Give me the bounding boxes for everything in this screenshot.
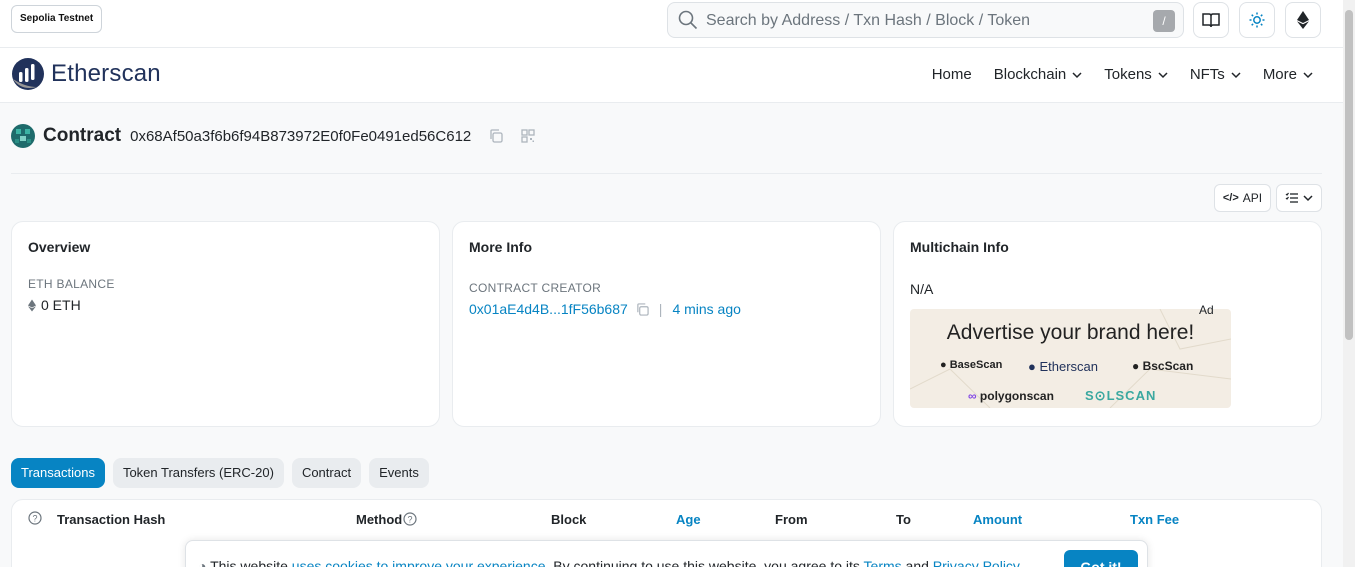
chevron-down-icon: [1231, 71, 1241, 78]
cookie-text: This website: [210, 558, 292, 567]
contract-address: 0x68Af50a3f6b6f94B873972E0f0Fe0491ed56C6…: [130, 127, 472, 145]
nav-item-home[interactable]: Home: [932, 66, 972, 83]
ad-headline: Advertise your brand here!: [946, 321, 1195, 344]
cookie-message: ◔ This website uses cookies to improve y…: [198, 558, 1020, 567]
cookie-policy-link[interactable]: uses cookies to improve your experience: [292, 558, 546, 567]
etherscan-logo[interactable]: Etherscan: [11, 57, 161, 91]
top-bar: Sepolia Testnet Search by Address / Txn …: [0, 0, 1343, 48]
main-navbar: Etherscan Home Blockchain Tokens NFTs Mo…: [0, 48, 1343, 103]
accept-cookies-button[interactable]: Got it!: [1064, 550, 1138, 567]
copy-icon[interactable]: [636, 302, 649, 316]
network-badge[interactable]: Sepolia Testnet: [11, 5, 103, 33]
more-info-card: More Info CONTRACT CREATOR 0x01aE4d4B...…: [452, 221, 881, 427]
overview-card: Overview ETH BALANCE 0 ETH: [11, 221, 440, 427]
column-header: From: [775, 512, 808, 527]
column-header-sortable[interactable]: Age: [676, 512, 701, 527]
view-options-button[interactable]: [1276, 184, 1322, 212]
ad-brand-solscan: S⊙LSCAN: [1085, 388, 1157, 403]
ad-brand-basescan: ● BaseScan: [940, 359, 1003, 371]
ad-badge: Ad: [1199, 303, 1214, 317]
tab-bar: Transactions Token Transfers (ERC-20) Co…: [11, 458, 429, 488]
chevron-down-icon: [1303, 71, 1313, 78]
search-shortcut-key: /: [1153, 10, 1175, 32]
search-input[interactable]: Search by Address / Txn Hash / Block / T…: [667, 2, 1184, 38]
multichain-title: Multichain Info: [910, 239, 1009, 255]
cookie-text: and: [901, 558, 933, 567]
api-button[interactable]: </> API: [1214, 184, 1271, 212]
search-icon: [678, 10, 698, 30]
column-header: Method: [356, 512, 403, 527]
code-icon: </>: [1222, 192, 1239, 204]
list-check-icon: [1285, 192, 1298, 203]
docs-button[interactable]: [1193, 2, 1229, 38]
column-header: Transaction Hash: [57, 512, 166, 527]
privacy-policy-link[interactable]: Privacy Policy: [933, 558, 1020, 567]
column-header: To: [896, 512, 911, 527]
nav-item-label: More: [1262, 66, 1297, 83]
column-header: Block: [551, 512, 587, 527]
ethereum-icon: [1297, 11, 1309, 29]
cookie-text: . By continuing to use this website, you…: [545, 558, 864, 567]
eth-balance-label: ETH BALANCE: [28, 277, 115, 291]
more-info-title: More Info: [469, 239, 532, 255]
nav-item-label: Home: [931, 66, 972, 83]
tab-token-transfers[interactable]: Token Transfers (ERC-20): [112, 458, 284, 488]
eth-balance-value: 0 ETH: [41, 297, 81, 313]
svg-text:?: ?: [407, 515, 412, 525]
nav-menu: Home Blockchain Tokens NFTs More: [932, 66, 1313, 83]
svg-text:?: ?: [32, 514, 37, 524]
help-circle-icon[interactable]: ?: [28, 511, 42, 525]
nav-item-label: NFTs: [1189, 66, 1225, 83]
ad-brand-polygonscan: ∞ polygonscan: [968, 389, 1054, 403]
nav-item-more[interactable]: More: [1263, 66, 1313, 83]
tab-contract[interactable]: Contract: [291, 458, 362, 488]
cookie-banner: ◔ This website uses cookies to improve y…: [185, 540, 1148, 567]
etherscan-logo-icon: [12, 58, 44, 90]
tab-transactions[interactable]: Transactions: [11, 458, 105, 488]
advertisement-banner[interactable]: Advertise your brand here! ● BaseScan ● …: [910, 309, 1231, 408]
ethereum-icon: [28, 299, 36, 311]
column-header-sortable[interactable]: Txn Fee: [1130, 512, 1179, 527]
page-scrollbar[interactable]: [1343, 0, 1355, 567]
nav-item-blockchain[interactable]: Blockchain: [994, 66, 1083, 83]
header-divider: [11, 173, 1322, 174]
help-circle-icon[interactable]: ?: [403, 512, 417, 526]
creator-address-link[interactable]: 0x01aE4d4B...1fF56b687: [469, 301, 628, 317]
contract-avatar: [11, 124, 35, 148]
nav-item-label: Tokens: [1104, 66, 1152, 83]
creation-tx-age-link[interactable]: 4 mins ago: [672, 301, 740, 317]
copy-icon[interactable]: [489, 129, 503, 143]
terms-link[interactable]: Terms: [864, 558, 902, 567]
tab-events[interactable]: Events: [369, 458, 429, 488]
cookie-icon: ◔: [198, 558, 211, 567]
search-placeholder: Search by Address / Txn Hash / Block / T…: [706, 12, 1031, 29]
chevron-down-icon: [1303, 195, 1313, 202]
qr-code-icon[interactable]: [521, 129, 535, 143]
api-button-label: API: [1242, 191, 1263, 205]
column-header-sortable[interactable]: Amount: [973, 512, 1022, 527]
chevron-down-icon: [1072, 71, 1082, 78]
page-title: Contract: [43, 125, 122, 146]
ad-brand-etherscan: ● Etherscan: [1028, 359, 1099, 374]
brand-name: Etherscan: [51, 60, 161, 87]
nav-item-tokens[interactable]: Tokens: [1104, 66, 1168, 83]
nav-item-label: Blockchain: [993, 66, 1067, 83]
overview-title: Overview: [28, 239, 91, 255]
nav-item-nfts[interactable]: NFTs: [1190, 66, 1241, 83]
contract-creator-label: CONTRACT CREATOR: [469, 281, 602, 295]
sun-icon: [1249, 12, 1265, 28]
multichain-value: N/A: [910, 281, 934, 297]
book-icon: [1202, 13, 1220, 28]
scrollbar-thumb[interactable]: [1345, 10, 1353, 340]
contract-header: Contract 0x68Af50a3f6b6f94B873972E0f0Fe0…: [11, 124, 535, 148]
ad-brand-bscscan: ● BscScan: [1132, 359, 1194, 373]
network-switch-button[interactable]: [1285, 2, 1321, 38]
theme-toggle-button[interactable]: [1239, 2, 1275, 38]
chevron-down-icon: [1158, 71, 1168, 78]
separator: |: [658, 301, 663, 317]
